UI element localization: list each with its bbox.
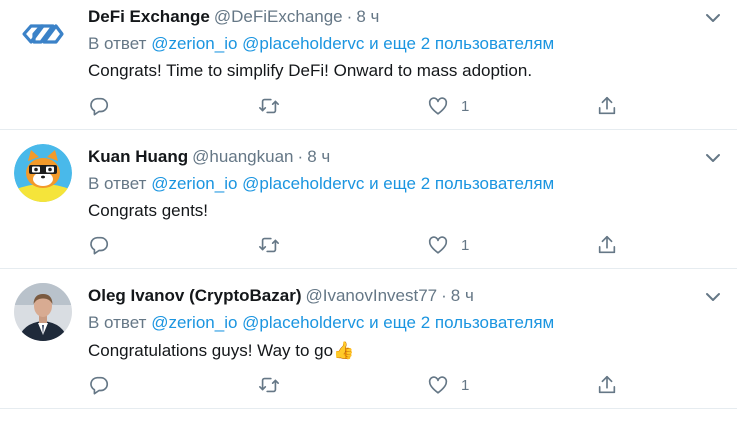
- share-button[interactable]: [596, 95, 618, 117]
- retweet-button[interactable]: [258, 374, 280, 396]
- timestamp[interactable]: 8 ч: [307, 147, 330, 166]
- more-options-button[interactable]: [705, 291, 721, 303]
- separator-dot: ·: [441, 286, 447, 305]
- like-count: 1: [461, 97, 470, 115]
- mention-link[interactable]: @placeholdervc: [242, 313, 364, 332]
- tweet-text: Congrats gents!: [88, 201, 209, 220]
- tweet-actions: 1: [88, 95, 628, 117]
- retweet-icon: [259, 377, 279, 393]
- share-icon: [598, 235, 616, 254]
- chevron-down-icon: [706, 154, 720, 162]
- reply-icon: [90, 376, 109, 395]
- tweet[interactable]: Oleg Ivanov (CryptoBazar) @IvanovInvest77…: [0, 269, 737, 409]
- reply-icon: [90, 97, 109, 116]
- heart-icon: [428, 236, 448, 254]
- replying-to: В ответ @zerion_io @placeholdervc и еще …: [88, 312, 554, 334]
- tweet-actions: 1: [88, 374, 628, 396]
- tweet-text-content: Congratulations guys! Way to go: [88, 341, 334, 360]
- mention-link[interactable]: @zerion_io: [151, 313, 237, 332]
- display-name[interactable]: Kuan Huang: [88, 147, 188, 166]
- chevron-down-icon: [706, 14, 720, 22]
- tweet-actions: 1: [88, 234, 628, 256]
- defi-exchange-logo-icon: [14, 5, 72, 63]
- like-count: 1: [461, 376, 470, 394]
- replying-to: В ответ @zerion_io @placeholdervc и еще …: [88, 33, 554, 55]
- tweet[interactable]: DeFi Exchange @DeFiExchange · 8 ч В ответ @…: [0, 0, 737, 130]
- retweet-icon: [259, 237, 279, 253]
- reply-others-link[interactable]: и еще 2 пользователям: [369, 34, 554, 53]
- replying-to: В ответ @zerion_io @placeholdervc и еще …: [88, 173, 554, 195]
- retweet-icon: [259, 98, 279, 114]
- share-button[interactable]: [596, 234, 618, 256]
- chevron-down-icon: [706, 293, 720, 301]
- avatar[interactable]: [14, 5, 72, 63]
- timestamp[interactable]: 8 ч: [451, 286, 474, 305]
- display-name[interactable]: DeFi Exchange: [88, 7, 210, 26]
- mention-link[interactable]: @zerion_io: [151, 174, 237, 193]
- reply-button[interactable]: [88, 95, 110, 117]
- like-button[interactable]: 1: [427, 234, 469, 256]
- share-button[interactable]: [596, 374, 618, 396]
- separator-dot: ·: [297, 147, 304, 166]
- avatar[interactable]: [14, 144, 72, 202]
- reply-others-link[interactable]: и еще 2 пользователям: [369, 313, 554, 332]
- heart-icon: [428, 97, 448, 115]
- mention-link[interactable]: @placeholdervc: [242, 34, 364, 53]
- user-handle[interactable]: @DeFiExchange: [214, 7, 343, 26]
- mention-link[interactable]: @zerion_io: [151, 34, 237, 53]
- separator-dot: ·: [346, 7, 353, 26]
- like-button[interactable]: 1: [427, 95, 469, 117]
- like-button[interactable]: 1: [427, 374, 469, 396]
- retweet-button[interactable]: [258, 95, 280, 117]
- tweet-header: DeFi Exchange @DeFiExchange · 8 ч: [88, 6, 379, 28]
- reply-prefix: В ответ: [88, 34, 147, 53]
- more-options-button[interactable]: [705, 12, 721, 24]
- cartoon-fox-avatar-icon: [14, 144, 72, 202]
- tweet-text: Congrats! Time to simplify DeFi! Onward …: [88, 61, 533, 80]
- tweet-header: Oleg Ivanov (CryptoBazar) @IvanovInvest77…: [88, 285, 474, 307]
- tweet[interactable]: Kuan Huang @huangkuan · 8 ч В ответ @zerion…: [0, 130, 737, 269]
- retweet-button[interactable]: [258, 234, 280, 256]
- thumbs-up-emoji-icon: 👍: [333, 341, 355, 360]
- man-in-suit-avatar-icon: [14, 283, 72, 341]
- reply-button[interactable]: [88, 234, 110, 256]
- reply-others-link[interactable]: и еще 2 пользователям: [369, 174, 554, 193]
- tweet-header: Kuan Huang @huangkuan · 8 ч: [88, 146, 330, 168]
- tweet-text: Congratulations guys! Way to go👍: [88, 340, 354, 362]
- user-handle[interactable]: @IvanovInvest77: [306, 286, 438, 305]
- like-count: 1: [461, 236, 470, 254]
- heart-icon: [428, 376, 448, 394]
- more-options-button[interactable]: [705, 152, 721, 164]
- reply-prefix: В ответ: [88, 174, 147, 193]
- reply-icon: [90, 236, 109, 255]
- share-icon: [598, 375, 616, 394]
- user-handle[interactable]: @huangkuan: [192, 147, 293, 166]
- timestamp[interactable]: 8 ч: [356, 7, 379, 26]
- avatar[interactable]: [14, 283, 72, 341]
- share-icon: [598, 96, 616, 115]
- mention-link[interactable]: @placeholdervc: [242, 174, 364, 193]
- display-name[interactable]: Oleg Ivanov (CryptoBazar): [88, 286, 302, 305]
- reply-button[interactable]: [88, 374, 110, 396]
- reply-prefix: В ответ: [88, 313, 147, 332]
